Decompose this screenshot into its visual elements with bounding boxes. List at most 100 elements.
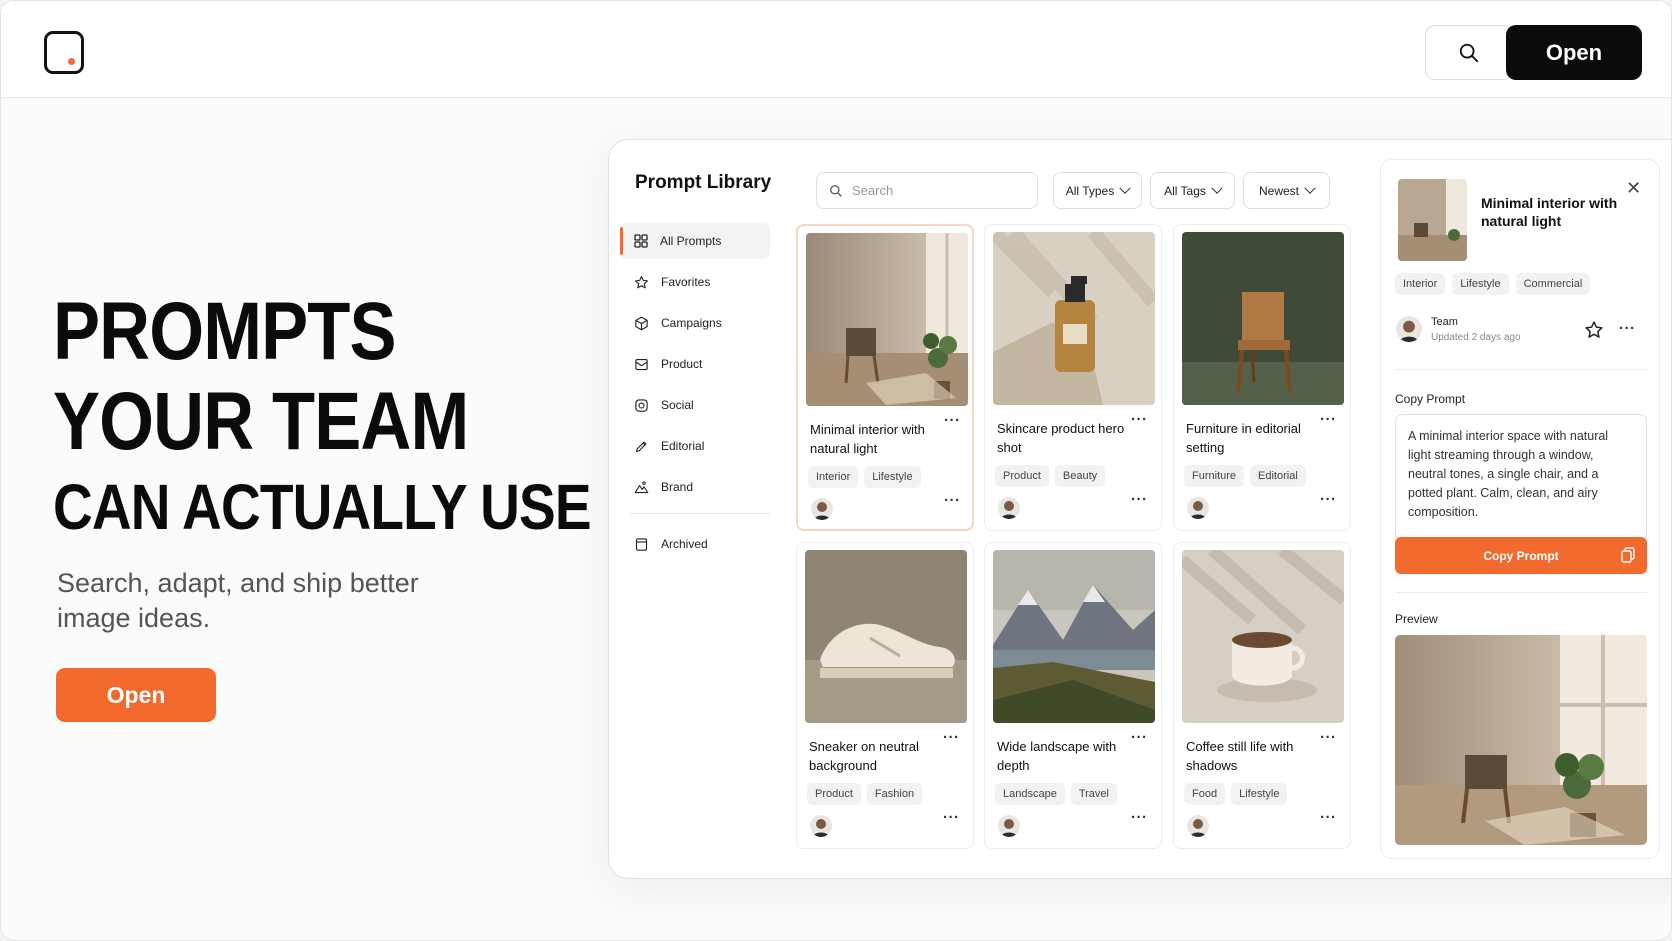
search-button[interactable] [1425,25,1513,80]
top-bar: Open [1,1,1671,98]
card-more-icon[interactable]: ··· [943,809,960,826]
card-menu-icon[interactable]: ··· [1320,729,1337,746]
sidebar-item-label: Campaigns [661,316,722,330]
card-menu-icon[interactable]: ··· [944,412,961,429]
avatar [811,498,833,520]
avatar [810,815,832,837]
tag-chip[interactable]: Product [995,465,1049,487]
page-frame: Open PROMPTS YOUR TEAM CAN ACTUALLY USE … [0,0,1672,941]
hero-open-button[interactable]: Open [56,668,216,722]
sidebar-divider [630,513,770,514]
logo-dot [68,58,75,65]
card-tags: Product Fashion [807,783,923,805]
hero-title-line-2: YOUR TEAM [53,376,469,467]
open-button-header[interactable]: Open [1506,25,1642,80]
close-icon[interactable]: ✕ [1626,178,1641,199]
card-more-icon[interactable]: ··· [1131,809,1148,826]
card-thumbnail-room [806,233,968,406]
sidebar-item-label: Editorial [661,439,705,453]
filter-tags-dropdown[interactable]: All Tags [1150,172,1235,209]
star-icon [635,275,648,288]
card-title: Skincare product hero shot [997,421,1125,455]
card-tags: Furniture Editorial [1184,465,1306,487]
detail-thumbnail [1398,179,1467,261]
card-more-icon[interactable]: ··· [1320,809,1337,826]
hero-title-line-1: PROMPTS [53,286,397,377]
card-thumbnail-sneaker [805,550,967,723]
prompt-text-box[interactable]: A minimal interior space with natural li… [1395,414,1647,541]
filter-tags-label: All Tags [1164,183,1206,198]
tag-chip[interactable]: Commercial [1515,273,1591,295]
library-sidebar: All Prompts Favorites Campaigns Product … [620,223,770,567]
sidebar-item-all-prompts[interactable]: All Prompts [620,223,770,259]
hero-title-line-3: CAN ACTUALLY USE [53,471,592,543]
tag-chip[interactable]: Furniture [1184,465,1245,487]
avatar [1396,316,1422,342]
filter-types-dropdown[interactable]: All Types [1053,172,1142,209]
tag-chip[interactable]: Landscape [995,783,1065,805]
card-more-icon[interactable]: ··· [1131,491,1148,508]
detail-more-icon[interactable]: ··· [1619,320,1636,337]
tag-chip[interactable]: Fashion [866,783,923,805]
card-tags: Food Lifestyle [1184,783,1288,805]
card-tags: Interior Lifestyle [808,466,921,488]
detail-updated: Updated 2 days ago [1431,332,1521,343]
card-more-icon[interactable]: ··· [944,492,961,509]
tag-chip[interactable]: Interior [808,466,859,488]
box-icon [635,316,648,330]
sidebar-item-label: Product [661,357,703,371]
tag-chip[interactable]: Product [807,783,861,805]
divider [1395,592,1647,593]
sidebar-item-social[interactable]: Social [620,387,770,423]
sidebar-item-label: Archived [661,537,708,551]
card-thumbnail-coffee [1182,550,1344,723]
sidebar-item-product[interactable]: Product [620,346,770,382]
card-menu-icon[interactable]: ··· [1131,729,1148,746]
copy-prompt-heading: Copy Prompt [1395,392,1466,406]
detail-tags: Interior Lifestyle Commercial [1395,273,1591,295]
tag-chip[interactable]: Beauty [1054,465,1106,487]
prompt-card-coffee[interactable]: Coffee still life with shadows ··· Food … [1173,542,1351,849]
sidebar-item-brand[interactable]: Brand [620,469,770,505]
mountain-icon [634,480,649,493]
prompt-card-sneaker[interactable]: Sneaker on neutral background ··· Produc… [796,542,974,849]
tag-chip[interactable]: Editorial [1250,465,1306,487]
card-menu-icon[interactable]: ··· [1320,411,1337,428]
search-placeholder: Search [852,183,894,198]
tag-chip[interactable]: Lifestyle [1231,783,1288,805]
copy-prompt-button[interactable]: Copy Prompt [1395,537,1647,574]
sidebar-item-editorial[interactable]: Editorial [620,428,770,464]
card-thumbnail-chair [1182,232,1344,405]
tag-chip[interactable]: Travel [1070,783,1117,805]
filter-types-label: All Types [1065,183,1115,198]
tag-chip[interactable]: Lifestyle [864,466,921,488]
card-title: Minimal interior with natural light [810,422,925,456]
chevron-down-icon [1304,182,1316,194]
tag-chip[interactable]: Interior [1395,273,1446,295]
avatar [1187,497,1209,519]
library-search-input[interactable]: Search [816,172,1038,209]
sidebar-item-archived[interactable]: Archived [620,526,770,562]
prompt-card-skincare[interactable]: Skincare product hero shot ··· Product B… [984,224,1162,531]
star-icon[interactable] [1584,320,1604,340]
prompt-card-landscape[interactable]: Wide landscape with depth ··· Landscape … [984,542,1162,849]
sort-dropdown[interactable]: Newest [1243,172,1330,209]
prompt-card-furniture[interactable]: Furniture in editorial setting ··· Furni… [1173,224,1351,531]
prompt-card-minimal-interior[interactable]: Minimal interior with natural light ··· … [796,224,974,531]
tag-chip[interactable]: Lifestyle [1452,273,1509,295]
library-title: Prompt Library [635,172,772,193]
sidebar-item-favorites[interactable]: Favorites [620,264,770,300]
card-more-icon[interactable]: ··· [1320,491,1337,508]
sidebar-item-campaigns[interactable]: Campaigns [620,305,770,341]
detail-author: Team [1431,316,1458,328]
card-menu-icon[interactable]: ··· [1131,411,1148,428]
target-icon [635,398,648,412]
tag-chip[interactable]: Food [1184,783,1226,805]
avatar [1187,815,1209,837]
hero-subtitle: Search, adapt, and ship better image ide… [57,568,419,633]
card-tags: Landscape Travel [995,783,1117,805]
card-menu-icon[interactable]: ··· [943,729,960,746]
detail-title: Minimal interior with natural light [1481,195,1618,229]
app-logo[interactable] [44,31,84,74]
sort-label: Newest [1258,183,1299,198]
